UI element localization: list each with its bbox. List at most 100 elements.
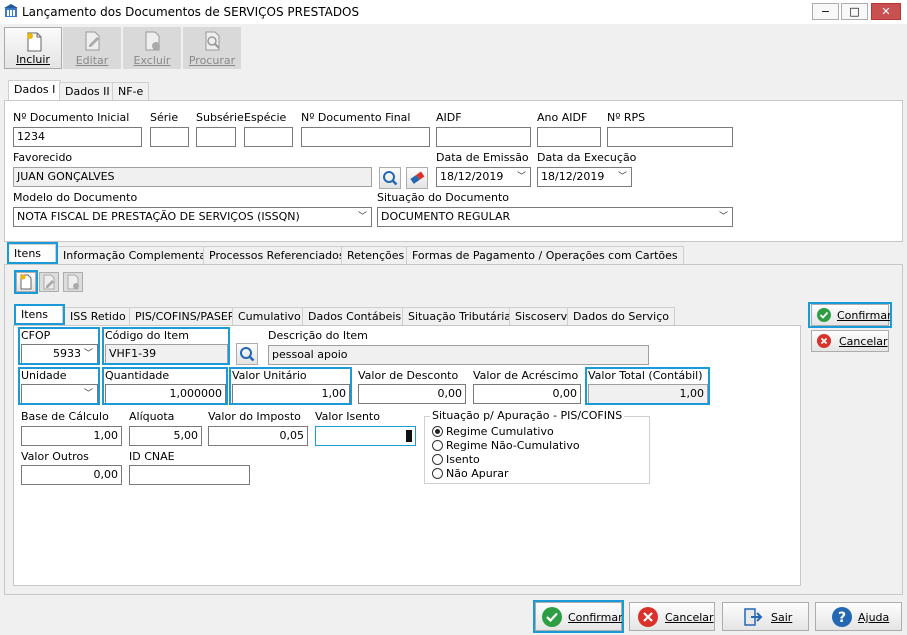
cancelar-button[interactable]: Cancelar [629, 602, 715, 631]
clear-favorecido-button[interactable] [406, 167, 428, 189]
unidade-label: Unidade [21, 369, 67, 382]
tab-informacao-complementar[interactable]: Informação Complementar [57, 246, 217, 265]
check-icon [817, 308, 831, 322]
radio-nao-apurar[interactable] [432, 468, 443, 479]
aidf-field[interactable] [436, 127, 531, 147]
close-button[interactable]: ✕ [871, 3, 901, 20]
codigo-item-field[interactable]: VHF1-39 [105, 344, 228, 364]
especie-field[interactable] [244, 127, 293, 147]
editar-button[interactable]: Editar [63, 27, 121, 69]
sair-label: Sair [771, 611, 793, 624]
tab-item-itens[interactable]: Itens [15, 305, 63, 326]
maximize-button[interactable]: □ [841, 3, 868, 20]
aliquota-field[interactable]: 5,00 [129, 426, 202, 446]
tab-formas-pagamento[interactable]: Formas de Pagamento / Operações com Cart… [406, 246, 684, 265]
exit-door-icon [744, 608, 763, 626]
sair-button[interactable]: Sair [722, 602, 809, 631]
search-item-button[interactable] [236, 343, 258, 365]
label-isento: Isento [446, 453, 480, 466]
item-cancelar-button[interactable]: Cancelar [811, 330, 889, 352]
add-item-button[interactable] [16, 272, 36, 292]
tab-iss-retido[interactable]: ISS Retido [64, 307, 132, 326]
chevron-down-icon: ﹀ [83, 349, 93, 359]
aidf-label: AIDF [436, 111, 462, 124]
ajuda-button[interactable]: ? Ajuda [815, 602, 902, 631]
subserie-field[interactable] [196, 127, 236, 147]
delete-item-button[interactable] [63, 272, 83, 292]
help-icon: ? [832, 607, 852, 627]
data-execucao-label: Data da Execução [537, 151, 637, 164]
valor-acrescimo-field[interactable]: 0,00 [473, 384, 581, 404]
rps-field[interactable] [607, 127, 733, 147]
item-cancelar-label: Cancelar [839, 335, 888, 348]
tab-situacao-tributaria[interactable]: Situação Tributária [402, 307, 518, 326]
chevron-down-icon: ﹀ [516, 172, 526, 182]
tab-siscoserv[interactable]: Siscoserv [509, 307, 574, 326]
ano-aidf-label: Ano AIDF [537, 111, 588, 124]
situacao-label: Situação do Documento [377, 191, 510, 204]
incluir-button[interactable]: Incluir [4, 27, 62, 69]
tab-dados-i[interactable]: Dados I [8, 80, 62, 101]
valor-total-label: Valor Total (Contábil) [588, 369, 703, 382]
situacao-select[interactable]: DOCUMENTO REGULAR ﹀ [377, 207, 733, 227]
valor-outros-field[interactable]: 0,00 [21, 465, 122, 485]
tab-nfe[interactable]: NF-e [112, 82, 150, 101]
valor-imposto-field[interactable]: 0,05 [208, 426, 308, 446]
descricao-item-field[interactable]: pessoal apoio [268, 345, 649, 365]
data-execucao-field[interactable]: 18/12/2019 ﹀ [537, 167, 632, 187]
unidade-select[interactable]: ﹀ [21, 384, 98, 404]
valor-isento-field[interactable] [315, 426, 416, 446]
radio-regime-cumulativo[interactable] [432, 426, 443, 437]
procurar-button[interactable]: Procurar [183, 27, 241, 69]
doc-inicial-field[interactable]: 1234 [13, 127, 142, 147]
favorecido-field[interactable]: JUAN GONÇALVES [13, 167, 372, 187]
serie-field[interactable] [150, 127, 189, 147]
especie-label: Espécie [244, 111, 287, 124]
confirmar-label: Confirmar [568, 611, 623, 624]
valor-unitario-label: Valor Unitário [232, 369, 307, 382]
item-confirmar-label: Confirmar [837, 309, 892, 322]
window-title: Lançamento dos Documentos de SERVIÇOS PR… [22, 5, 360, 19]
valor-acrescimo-label: Valor de Acréscimo [473, 369, 579, 382]
search-icon [240, 347, 255, 362]
chevron-down-icon: ﹀ [357, 212, 367, 222]
cfop-select[interactable]: 5933 ﹀ [21, 344, 98, 364]
confirmar-button[interactable]: Confirmar [535, 602, 623, 631]
eraser-icon [410, 171, 425, 184]
doc-final-field[interactable] [301, 127, 430, 147]
id-cnae-label: ID CNAE [129, 450, 175, 463]
radio-isento[interactable] [432, 454, 443, 465]
quantidade-label: Quantidade [105, 369, 170, 382]
rps-label: Nº RPS [607, 111, 646, 124]
data-emissao-field[interactable]: 18/12/2019 ﹀ [436, 167, 531, 187]
search-favorecido-button[interactable] [379, 167, 401, 189]
tab-pis-cofins-pasep[interactable]: PIS/COFINS/PASEP [129, 307, 241, 326]
valor-total-field[interactable]: 1,00 [588, 384, 708, 404]
base-calculo-field[interactable]: 1,00 [21, 426, 122, 446]
tab-itens[interactable]: Itens [8, 244, 56, 265]
edit-item-button[interactable] [39, 272, 59, 292]
descricao-item-label: Descrição do Item [268, 329, 368, 342]
valor-desconto-field[interactable]: 0,00 [358, 384, 466, 404]
tab-cumulativo[interactable]: Cumulativo [232, 307, 307, 326]
id-cnae-field[interactable] [129, 465, 250, 485]
tab-dados-contabeis[interactable]: Dados Contábeis [302, 307, 408, 326]
doc-final-label: Nº Documento Final [301, 111, 411, 124]
radio-regime-nao-cumulativo[interactable] [432, 440, 443, 451]
tab-processos-referenciados[interactable]: Processos Referenciados [203, 246, 351, 265]
quantidade-field[interactable]: 1,000000 [105, 384, 226, 404]
item-confirmar-button[interactable]: Confirmar [811, 304, 892, 326]
serie-label: Série [150, 111, 179, 124]
excluir-button[interactable]: Excluir [123, 27, 181, 69]
valor-unitario-field[interactable]: 1,00 [232, 384, 350, 404]
search-icon [383, 171, 398, 186]
modelo-select[interactable]: NOTA FISCAL DE PRESTAÇÃO DE SERVIÇOS (IS… [13, 207, 372, 227]
minimize-button[interactable]: − [812, 3, 839, 20]
tab-retencoes[interactable]: Retenções [341, 246, 411, 265]
tab-dados-ii[interactable]: Dados II [59, 82, 116, 101]
data-emissao-value: 18/12/2019 [440, 170, 504, 183]
new-document-icon [27, 32, 42, 52]
tab-dados-servico[interactable]: Dados do Serviço [567, 307, 675, 326]
modelo-value: NOTA FISCAL DE PRESTAÇÃO DE SERVIÇOS (IS… [17, 210, 300, 223]
ano-aidf-field[interactable] [537, 127, 601, 147]
